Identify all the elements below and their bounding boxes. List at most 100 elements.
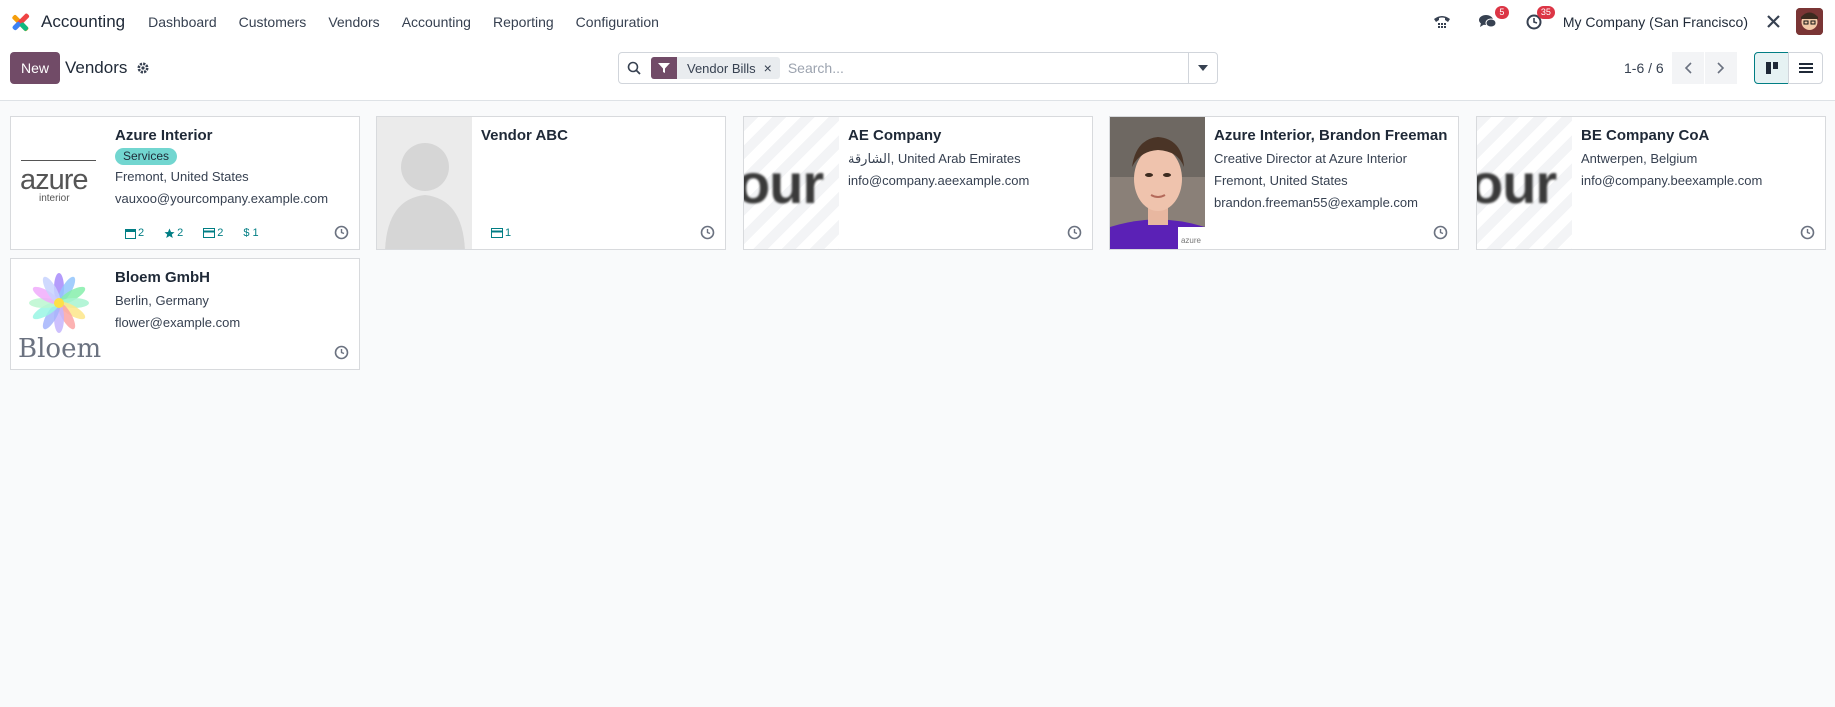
facet-remove-icon[interactable]: ×	[764, 60, 780, 76]
vendor-name: Vendor ABC	[481, 127, 568, 144]
top-navbar: Accounting Dashboard Customers Vendors A…	[0, 0, 1835, 43]
menu-reporting[interactable]: Reporting	[482, 14, 565, 30]
new-button[interactable]: New	[10, 52, 61, 84]
vendor-email: info@company.beexample.com	[1581, 173, 1763, 188]
menu-accounting[interactable]: Accounting	[391, 14, 482, 30]
person-silhouette-icon	[385, 143, 465, 249]
card-stats: 1	[491, 227, 531, 239]
contact-photo: azure	[1110, 117, 1205, 249]
vendor-location: Antwerpen, Belgium	[1581, 151, 1698, 166]
vendor-card[interactable]: our BE Company CoA Antwerpen, Belgium in…	[1476, 116, 1826, 250]
vendor-card[interactable]: Vendor ABC 1	[376, 116, 726, 250]
logo-text: our	[1477, 152, 1557, 215]
vendor-email: vauxoo@yourcompany.example.com	[115, 191, 329, 206]
vendor-name: Azure Interior	[115, 127, 213, 144]
bills-stat[interactable]: 2	[203, 227, 223, 239]
card-body: BE Company CoA Antwerpen, Belgium info@c…	[1581, 126, 1817, 192]
money-stat[interactable]: $ 1	[243, 227, 258, 239]
accounting-app-icon	[9, 11, 31, 33]
search-input[interactable]	[787, 60, 1188, 76]
pager-previous-button[interactable]	[1672, 52, 1704, 84]
logo-text: Bloem	[18, 334, 102, 364]
card-body: Vendor ABC	[481, 126, 717, 146]
menu-configuration[interactable]: Configuration	[565, 14, 670, 30]
contact-job-title: Creative Director at Azure Interior	[1214, 151, 1407, 166]
facet-label: Vendor Bills	[687, 60, 756, 76]
vendor-card[interactable]: azure interior Azure Interior Services F…	[10, 116, 360, 250]
company-switcher[interactable]: My Company (San Francisco)	[1563, 14, 1748, 30]
main-menu: Dashboard Customers Vendors Accounting R…	[137, 14, 670, 30]
logo-text: our	[744, 152, 824, 215]
messages-icon[interactable]: 5	[1477, 5, 1509, 33]
vendor-email: brandon.freeman55@example.com	[1214, 195, 1418, 210]
kanban-icon	[1765, 62, 1778, 74]
search-icon[interactable]	[619, 53, 649, 83]
search-facet: Vendor Bills ×	[651, 57, 780, 79]
activities-badge: 35	[1536, 5, 1555, 19]
vendor-name: BE Company CoA	[1581, 127, 1710, 144]
vendor-location: Fremont, United States	[115, 169, 249, 184]
vendor-card[interactable]: Bloem Bloem GmbH Berlin, Germany flower@…	[10, 258, 360, 370]
activity-clock-icon[interactable]	[1067, 225, 1082, 240]
menu-vendors[interactable]: Vendors	[317, 14, 390, 30]
menu-customers[interactable]: Customers	[228, 14, 318, 30]
vendor-email: info@company.aeexample.com	[848, 173, 1030, 188]
card-body: Azure Interior, Brandon Freeman Creative…	[1214, 126, 1450, 214]
vendor-card[interactable]: azure Azure Interior, Brandon Freeman Cr…	[1109, 116, 1459, 250]
app-name[interactable]: Accounting	[41, 12, 125, 32]
default-avatar-image	[377, 117, 472, 249]
activity-clock-icon[interactable]	[1800, 225, 1815, 240]
vendor-location: الشارقة, United Arab Emirates	[848, 151, 1021, 166]
caret-down-icon	[1198, 65, 1208, 71]
filter-icon	[651, 57, 677, 79]
vendor-name: Bloem GmbH	[115, 269, 211, 286]
favorites-stat[interactable]: 2	[164, 227, 183, 239]
debug-tools-icon[interactable]	[1762, 11, 1784, 33]
menu-dashboard[interactable]: Dashboard	[137, 14, 228, 30]
list-icon	[1798, 63, 1813, 73]
card-body: AE Company الشارقة, United Arab Emirates…	[848, 126, 1084, 192]
vendor-name: AE Company	[848, 127, 942, 144]
kanban-view-button[interactable]	[1754, 52, 1789, 84]
user-avatar[interactable]	[1796, 8, 1823, 35]
credit-card-icon	[203, 228, 216, 238]
money-count: 1	[252, 227, 259, 239]
chevron-left-icon	[1684, 62, 1692, 74]
meetings-count: 2	[138, 227, 145, 239]
company-logo: azure interior	[11, 117, 106, 249]
vendor-location: Berlin, Germany	[115, 293, 209, 308]
phone-icon[interactable]	[1431, 11, 1453, 33]
messages-badge: 5	[1494, 5, 1509, 19]
card-body: Bloem GmbH Berlin, Germany flower@exampl…	[115, 268, 351, 334]
search-bar: Vendor Bills ×	[618, 52, 1218, 84]
placeholder-logo: our	[744, 117, 839, 249]
placeholder-logo: our	[1477, 117, 1572, 249]
logo-subtext: interior	[39, 193, 70, 204]
activity-clock-icon[interactable]	[334, 345, 349, 360]
vendor-card[interactable]: our AE Company الشارقة, United Arab Emir…	[743, 116, 1093, 250]
activity-clock-icon[interactable]	[700, 225, 715, 240]
page-title: Vendors	[65, 58, 128, 77]
vendor-name: Azure Interior, Brandon Freeman	[1214, 127, 1448, 144]
meetings-stat[interactable]: 2	[125, 227, 144, 239]
bills-stat[interactable]: 1	[491, 227, 511, 239]
star-icon	[164, 228, 175, 238]
pager-next-button[interactable]	[1705, 52, 1737, 84]
gear-icon[interactable]	[135, 60, 151, 76]
list-view-button[interactable]	[1788, 52, 1823, 84]
bills-count: 1	[505, 227, 512, 239]
activities-clock-icon[interactable]: 35	[1523, 5, 1555, 33]
activity-clock-icon[interactable]	[334, 225, 349, 240]
company-logo: Bloem	[11, 259, 106, 369]
card-body: Azure Interior Services Fremont, United …	[115, 126, 351, 210]
bills-count: 2	[217, 227, 224, 239]
control-panel: New Vendors Vendor Bills × 1-6 / 6	[0, 43, 1835, 101]
company-logo: our	[1477, 117, 1572, 249]
calendar-icon	[125, 228, 136, 239]
pager-value[interactable]: 1-6 / 6	[1624, 60, 1664, 76]
svg-text:azure: azure	[1181, 236, 1202, 245]
credit-card-icon	[491, 228, 503, 238]
search-options-toggle[interactable]	[1188, 53, 1217, 83]
app-brand[interactable]: Accounting	[9, 11, 137, 33]
activity-clock-icon[interactable]	[1433, 225, 1448, 240]
